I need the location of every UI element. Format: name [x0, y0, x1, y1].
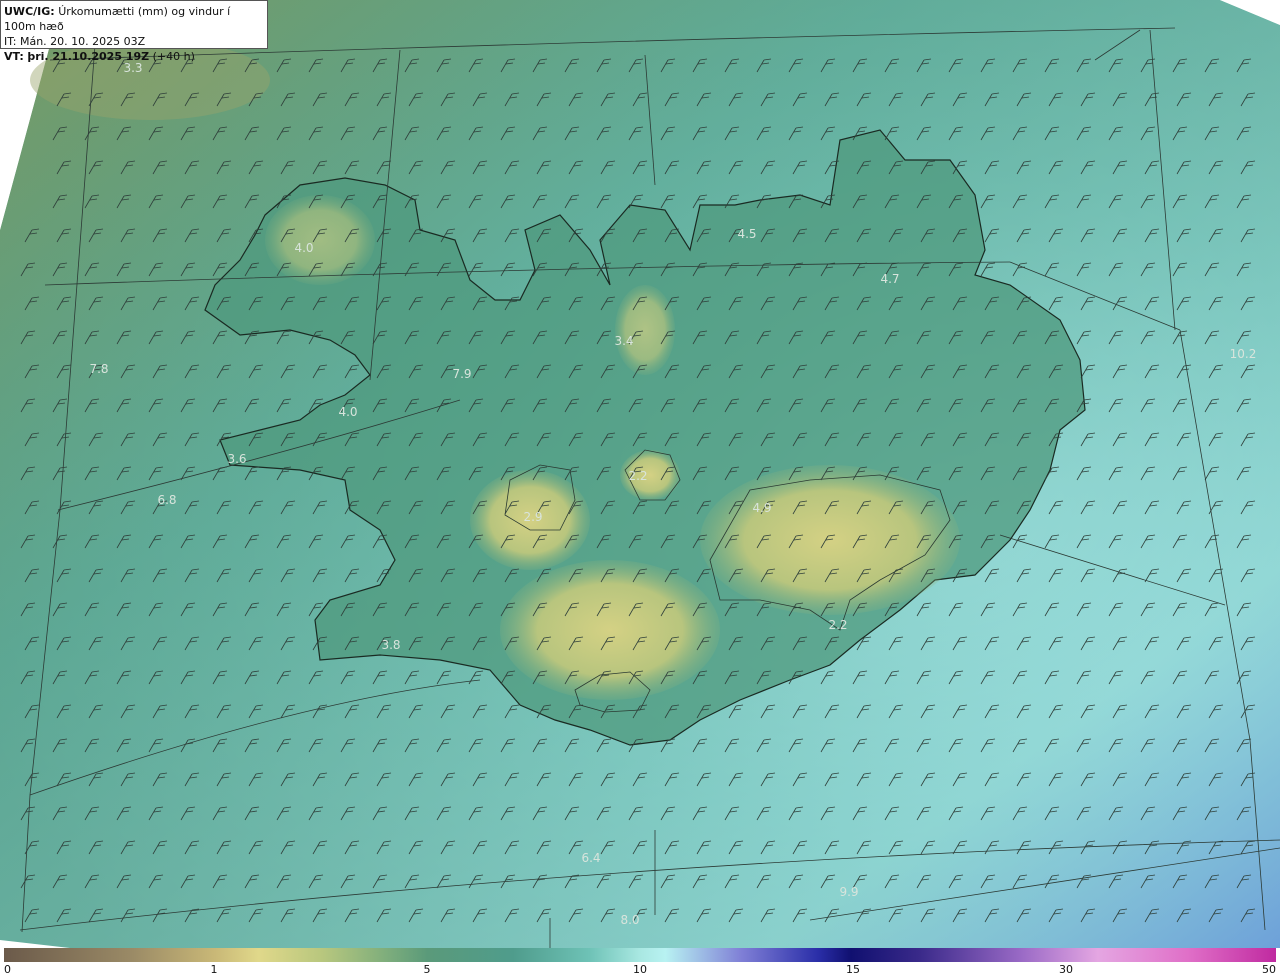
value-label: 10.2 [1229, 347, 1257, 361]
lead-time: (+40 h) [152, 50, 195, 63]
value-label: 4.0 [338, 405, 358, 419]
value-label: 6.8 [157, 493, 177, 507]
map-area[interactable]: 3.3 4.0 7.8 3.6 6.8 4.0 7.9 3.4 2.2 2.9 … [0, 0, 1280, 948]
value-label: 4.5 [737, 227, 757, 241]
colorbar: 0 1 5 10 15 30 50 [0, 948, 1280, 978]
value-label: 4.9 [752, 501, 772, 515]
product-code: UWC/IG: [4, 5, 55, 18]
value-label: 2.9 [523, 510, 543, 524]
colorbar-strip [4, 948, 1276, 962]
value-label: 8.0 [620, 913, 640, 927]
value-label: 2.2 [828, 618, 848, 632]
colorbar-tick: 1 [210, 963, 218, 976]
value-label: 3.6 [227, 452, 247, 466]
colorbar-tick: 10 [633, 963, 647, 976]
westfjords-precip [265, 195, 375, 285]
value-label: 9.9 [839, 885, 859, 899]
info-box: UWC/IG: Úrkomumætti (mm) og vindur í 100… [0, 0, 268, 63]
value-label: 4.7 [880, 272, 900, 286]
value-label: 2.2 [628, 469, 648, 483]
init-time: IT: Mán. 20. 10. 2025 03Z [4, 35, 146, 48]
value-label: 4.0 [294, 241, 314, 255]
colorbar-tick: 0 [4, 963, 11, 976]
value-label: 3.4 [614, 334, 634, 348]
vatnajokull-precip [700, 465, 960, 615]
value-label: 6.4 [581, 851, 601, 865]
highland-precip-south [500, 560, 720, 700]
value-label: 7.9 [452, 367, 472, 381]
colorbar-tick: 50 [1262, 963, 1276, 976]
valid-time: þri. 21.10.2025 19Z [27, 50, 150, 63]
colorbar-tick: 5 [423, 963, 431, 976]
colorbar-tick: 30 [1059, 963, 1073, 976]
valid-prefix: VT: [4, 50, 24, 63]
colorbar-tick: 15 [846, 963, 860, 976]
north-precip [615, 285, 675, 375]
value-label: 3.8 [381, 638, 401, 652]
value-label: 7.8 [89, 362, 109, 376]
